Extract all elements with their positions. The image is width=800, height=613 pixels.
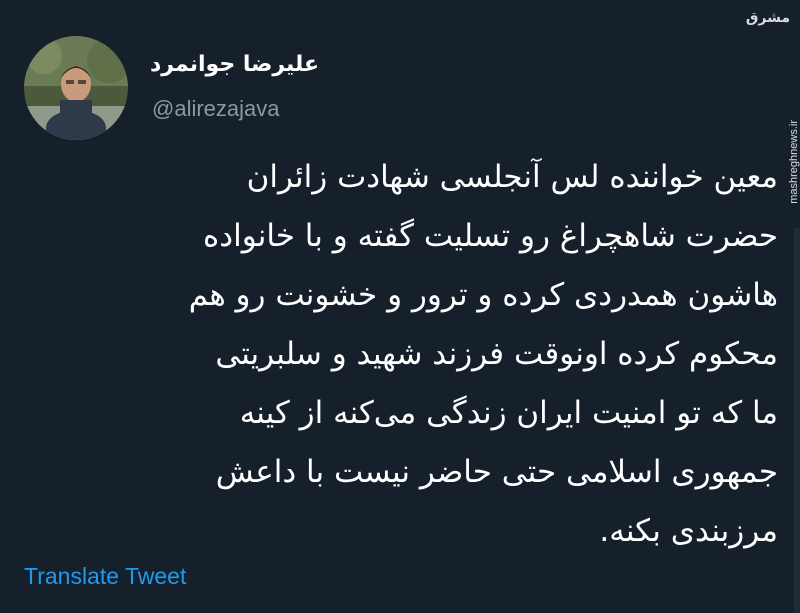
tweet-card: علیرضا جوانمرد @alirezajava مشرق mashreg… (0, 0, 800, 613)
avatar-photo (24, 36, 128, 140)
watermark-logo: مشرق (745, 10, 790, 26)
watermark-url: mashreghnews.ir (788, 120, 800, 204)
watermark: مشرق mashreghnews.ir (745, 10, 800, 204)
tweet-text-line: محکوم کرده اونوقت فرزند شهید و سلبریتی (215, 336, 778, 372)
tweet-text-line: مرزبندی بکنه. (599, 513, 778, 549)
tweet-text-line: معین خواننده لس آنجلسی شهادت زائران (246, 159, 778, 195)
author-handle[interactable]: @alirezajava (152, 96, 280, 122)
author-display-name[interactable]: علیرضا جوانمرد (150, 52, 319, 77)
tweet-text-line: هاشون همدردی کرده و ترور و خشونت رو هم (188, 277, 778, 313)
translate-tweet-link[interactable]: Translate Tweet (24, 563, 186, 590)
tweet-text: معین خواننده لس آنجلسی شهادت زائران حضرت… (20, 148, 778, 561)
tweet-text-line: جمهوری اسلامی حتی حاضر نیست با داعش (215, 454, 778, 490)
tweet-text-line: حضرت شاهچراغ رو تسلیت گفته و با خانواده (203, 218, 778, 254)
tweet-text-line: ما که تو امنیت ایران زندگی می‌کنه از کین… (239, 395, 778, 431)
scrollbar[interactable] (794, 228, 800, 613)
avatar[interactable] (24, 36, 128, 140)
